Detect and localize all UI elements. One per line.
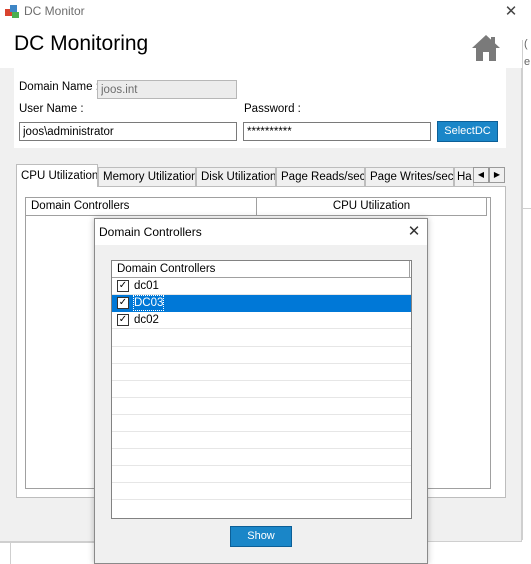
- empty-row-line: [112, 431, 411, 432]
- grid-header-domain-controllers[interactable]: Domain Controllers: [26, 198, 257, 216]
- list-item-label: dc02: [134, 314, 159, 326]
- dialog-title-bar: Domain Controllers ✕: [95, 219, 427, 245]
- empty-row-line: [112, 482, 411, 483]
- dialog-close-icon[interactable]: ✕: [403, 221, 425, 243]
- checkbox-checked-icon[interactable]: ✓: [117, 314, 129, 326]
- title-bar: DC Monitor ✕: [0, 0, 522, 24]
- user-name-label: User Name :: [19, 103, 84, 115]
- app-icon: [5, 5, 19, 18]
- empty-row-line: [112, 397, 411, 398]
- background-window-edge: [522, 208, 531, 209]
- tab-scroll-right-icon[interactable]: ▶: [489, 167, 505, 183]
- list-item[interactable]: ✓ dc02: [112, 312, 411, 329]
- tab-scroll-left-icon[interactable]: ◀: [473, 167, 489, 183]
- empty-row-line: [112, 499, 411, 500]
- empty-row-line: [112, 380, 411, 381]
- domain-controllers-list[interactable]: Domain Controllers ✓ dc01 ✓ DC03 ✓ dc02: [111, 260, 412, 519]
- background-window-fragment: (: [524, 38, 528, 50]
- list-item-label: DC03: [133, 295, 165, 311]
- page-title: DC Monitoring: [14, 32, 149, 55]
- list-header-label: Domain Controllers: [117, 263, 216, 275]
- background-window-edge: [10, 543, 11, 564]
- domain-controllers-dialog: Domain Controllers ✕ Domain Controllers …: [94, 218, 428, 564]
- tab-memory-utilization[interactable]: Memory Utilization: [98, 167, 196, 187]
- user-name-field[interactable]: [19, 122, 237, 141]
- list-item[interactable]: ✓ DC03: [112, 295, 411, 312]
- tab-page-reads[interactable]: Page Reads/sec: [276, 167, 365, 187]
- empty-row-line: [112, 465, 411, 466]
- checkbox-checked-icon[interactable]: ✓: [117, 280, 129, 292]
- window-title: DC Monitor: [24, 4, 85, 18]
- domain-name-label: Domain Name :: [19, 81, 99, 93]
- home-icon[interactable]: [470, 32, 502, 64]
- background-window-edge: [0, 542, 94, 543]
- empty-row-line: [112, 414, 411, 415]
- password-field[interactable]: [243, 122, 431, 141]
- password-label: Password :: [244, 103, 301, 115]
- empty-row-line: [112, 448, 411, 449]
- tab-ha[interactable]: Ha: [454, 167, 474, 187]
- background-window-edge: [522, 40, 523, 540]
- close-icon[interactable]: ✕: [500, 0, 522, 24]
- empty-row-line: [112, 346, 411, 347]
- grid-header-cpu-utilization[interactable]: CPU Utilization: [257, 198, 487, 216]
- list-item[interactable]: ✓ dc01: [112, 278, 411, 295]
- dialog-title: Domain Controllers: [99, 225, 202, 239]
- background-window-fragment: e: [524, 56, 531, 68]
- list-header-domain-controllers[interactable]: Domain Controllers: [112, 261, 411, 278]
- tab-cpu-utilization[interactable]: CPU Utilization: [16, 164, 98, 187]
- show-button[interactable]: Show: [230, 526, 292, 547]
- tab-page-writes[interactable]: Page Writes/sec: [365, 167, 454, 187]
- list-item-label: dc01: [134, 280, 159, 292]
- column-separator: [409, 261, 411, 277]
- tab-disk-utilization[interactable]: Disk Utilization: [196, 167, 276, 187]
- checkbox-checked-icon[interactable]: ✓: [117, 297, 129, 309]
- empty-row-line: [112, 363, 411, 364]
- domain-name-field[interactable]: [97, 80, 237, 99]
- select-dc-button[interactable]: SelectDC: [437, 121, 498, 142]
- tab-strip: CPU Utilization Memory Utilization Disk …: [16, 164, 508, 187]
